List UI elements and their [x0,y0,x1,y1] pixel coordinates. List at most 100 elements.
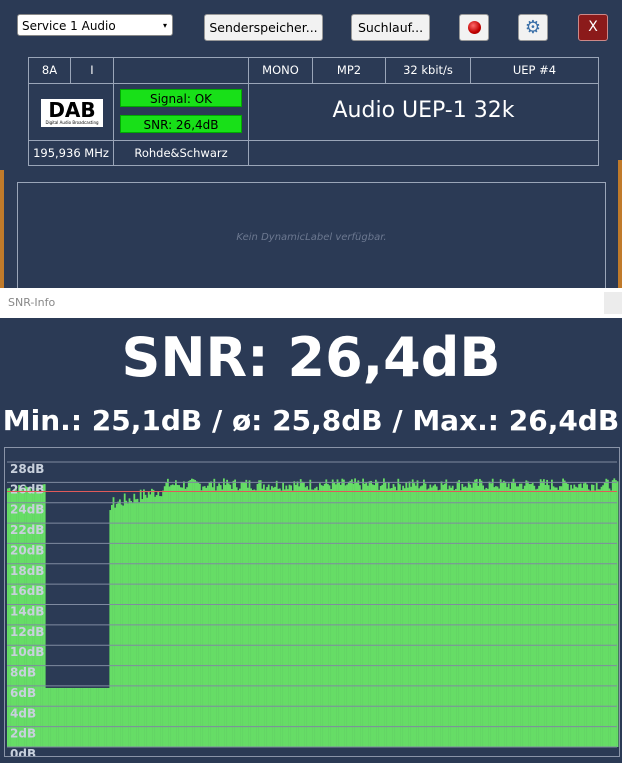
service-select[interactable]: Service 1 Audio ▾ [17,14,173,36]
snr-bar [136,498,139,747]
snr-bar [511,481,513,747]
snr-bar [72,687,75,747]
suchlauf-button[interactable]: Suchlauf... [351,14,430,41]
ensemble-flag-cell: I [70,57,114,84]
snr-bar [360,489,363,747]
snr-bar [346,484,348,747]
snr-bar [125,500,128,747]
snr-bar [347,481,350,747]
y-tick-label: 0dB [10,747,36,756]
snr-bar [202,486,204,747]
snr-bar [586,484,588,747]
snr-bar [195,481,198,747]
snr-bar [79,687,81,747]
snr-bar [90,687,92,747]
snr-bar [403,488,406,747]
snr-bar [560,486,563,747]
snr-bar [77,687,80,747]
snr-bar [416,480,419,747]
snr-window-close-button[interactable] [604,292,622,314]
snr-bar [431,487,433,747]
snr-bar [221,489,224,747]
snr-bar [483,489,486,747]
snr-bar [504,481,507,747]
snr-bar [165,482,168,747]
y-tick-label: 16dB [10,584,44,598]
snr-bar [304,487,307,747]
snr-bar [162,490,164,747]
snr-bar [141,499,144,747]
snr-bar [283,489,286,747]
snr-bar [197,482,200,747]
snr-bar [466,487,468,747]
snr-bar [99,687,102,747]
snr-bar [501,482,504,747]
snr-bar [437,490,440,747]
senderspeicher-button[interactable]: Senderspeicher... [204,14,323,41]
snr-bar [343,479,345,747]
snr-bar [568,489,571,747]
settings-button[interactable]: ⚙ [518,14,548,41]
snr-bar [122,505,124,747]
snr-bar [98,687,100,747]
snr-bar [298,486,300,747]
dab-logo-icon: DAB Digital Audio Broadcasting [41,99,103,127]
snr-bar [307,489,310,747]
snr-bar [450,487,452,747]
record-button[interactable] [459,14,489,41]
snr-bar [285,485,288,747]
y-tick-label: 20dB [10,543,44,557]
dynamic-label-text: Kein DynamicLabel verfügbar. [236,232,387,243]
close-button[interactable]: X [578,14,608,41]
snr-bar [229,484,232,747]
snr-bar [455,488,457,747]
snr-badge: SNR: 26,4dB [120,115,242,133]
snr-bar [242,481,244,747]
snr-bar [328,485,331,747]
y-tick-label: 26dB [10,482,44,496]
snr-bar [259,480,262,747]
snr-bar [367,485,369,747]
snr-bar [547,485,550,747]
snr-bar [85,687,88,747]
snr-bar [135,499,137,747]
codec-cell: MP2 [312,57,386,84]
snr-bar [66,687,68,747]
snr-bar [112,497,115,747]
snr-bar [272,487,275,747]
empty-cell [248,140,599,166]
snr-bar [45,687,48,747]
snr-bar [359,485,361,747]
snr-bar [163,486,166,747]
snr-bar [175,480,177,747]
service-select-value: Service 1 Audio [22,19,116,33]
snr-bar [538,485,540,747]
snr-bar [474,479,476,747]
snr-bar [493,487,496,747]
snr-bar [480,480,483,747]
snr-bar [469,484,472,747]
snr-bar [435,486,438,747]
snr-bar [458,480,460,747]
background-edge-left [0,170,4,290]
snr-bar [205,487,208,747]
snr-bar [200,490,203,747]
snr-bar [448,485,451,747]
snr-bar [576,487,579,747]
y-tick-label: 22dB [10,523,44,537]
snr-bar [146,497,148,747]
snr-bar [143,489,145,747]
snr-bar [151,488,153,747]
signal-cell: Signal: OK SNR: 26,4dB [113,83,249,141]
snr-bar [279,488,281,747]
snr-bar [552,486,555,747]
snr-bar [533,485,536,747]
dab-logo-subtext: Digital Audio Broadcasting [45,120,99,125]
snr-bar [587,489,590,747]
snr-bar [215,490,217,747]
snr-bar [211,487,214,747]
snr-bar [539,479,542,747]
snr-bar [509,488,512,747]
snr-bar [210,481,212,747]
snr-bar [173,485,176,747]
